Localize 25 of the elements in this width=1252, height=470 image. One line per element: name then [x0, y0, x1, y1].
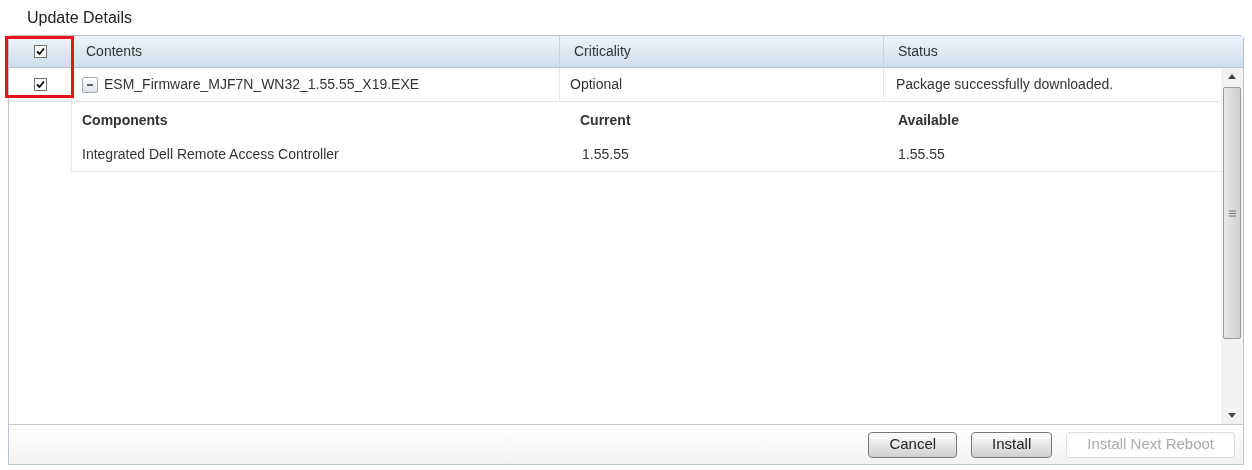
- scroll-up-icon[interactable]: [1228, 74, 1236, 79]
- scrollbar[interactable]: [1221, 68, 1243, 424]
- column-header: Criticality: [559, 36, 883, 67]
- table-cell: Optional: [559, 68, 883, 101]
- column-header: Status: [883, 36, 1243, 67]
- checkbox[interactable]: [33, 78, 47, 91]
- section-title: Update Details: [27, 8, 132, 28]
- highlight-frame: [5, 36, 74, 98]
- grip-icon: [1228, 209, 1236, 217]
- checkmark-icon: [35, 47, 45, 56]
- collapse-toggle[interactable]: [82, 76, 98, 93]
- checkbox[interactable]: [33, 45, 47, 58]
- detail-cell-text: 1.55.55: [897, 145, 946, 164]
- detail-cell-text: 1.55.55: [581, 145, 630, 164]
- detail-header: Available: [897, 110, 960, 130]
- scroll-down-icon[interactable]: [1228, 413, 1236, 418]
- action-button[interactable]: Install: [971, 431, 1053, 458]
- action-button[interactable]: Cancel: [868, 431, 958, 458]
- table-cell-text: ESM_Firmware_MJF7N_WN32_1.55.55_X19.EXE: [104, 75, 420, 94]
- detail-header: Current: [579, 110, 632, 130]
- detail-cell-text: Integrated Dell Remote Access Controller: [81, 145, 340, 164]
- column-header: Contents: [71, 36, 559, 67]
- detail-header: Components: [81, 110, 169, 130]
- scroll-thumb[interactable]: [1223, 87, 1241, 339]
- checkmark-icon: [35, 80, 45, 89]
